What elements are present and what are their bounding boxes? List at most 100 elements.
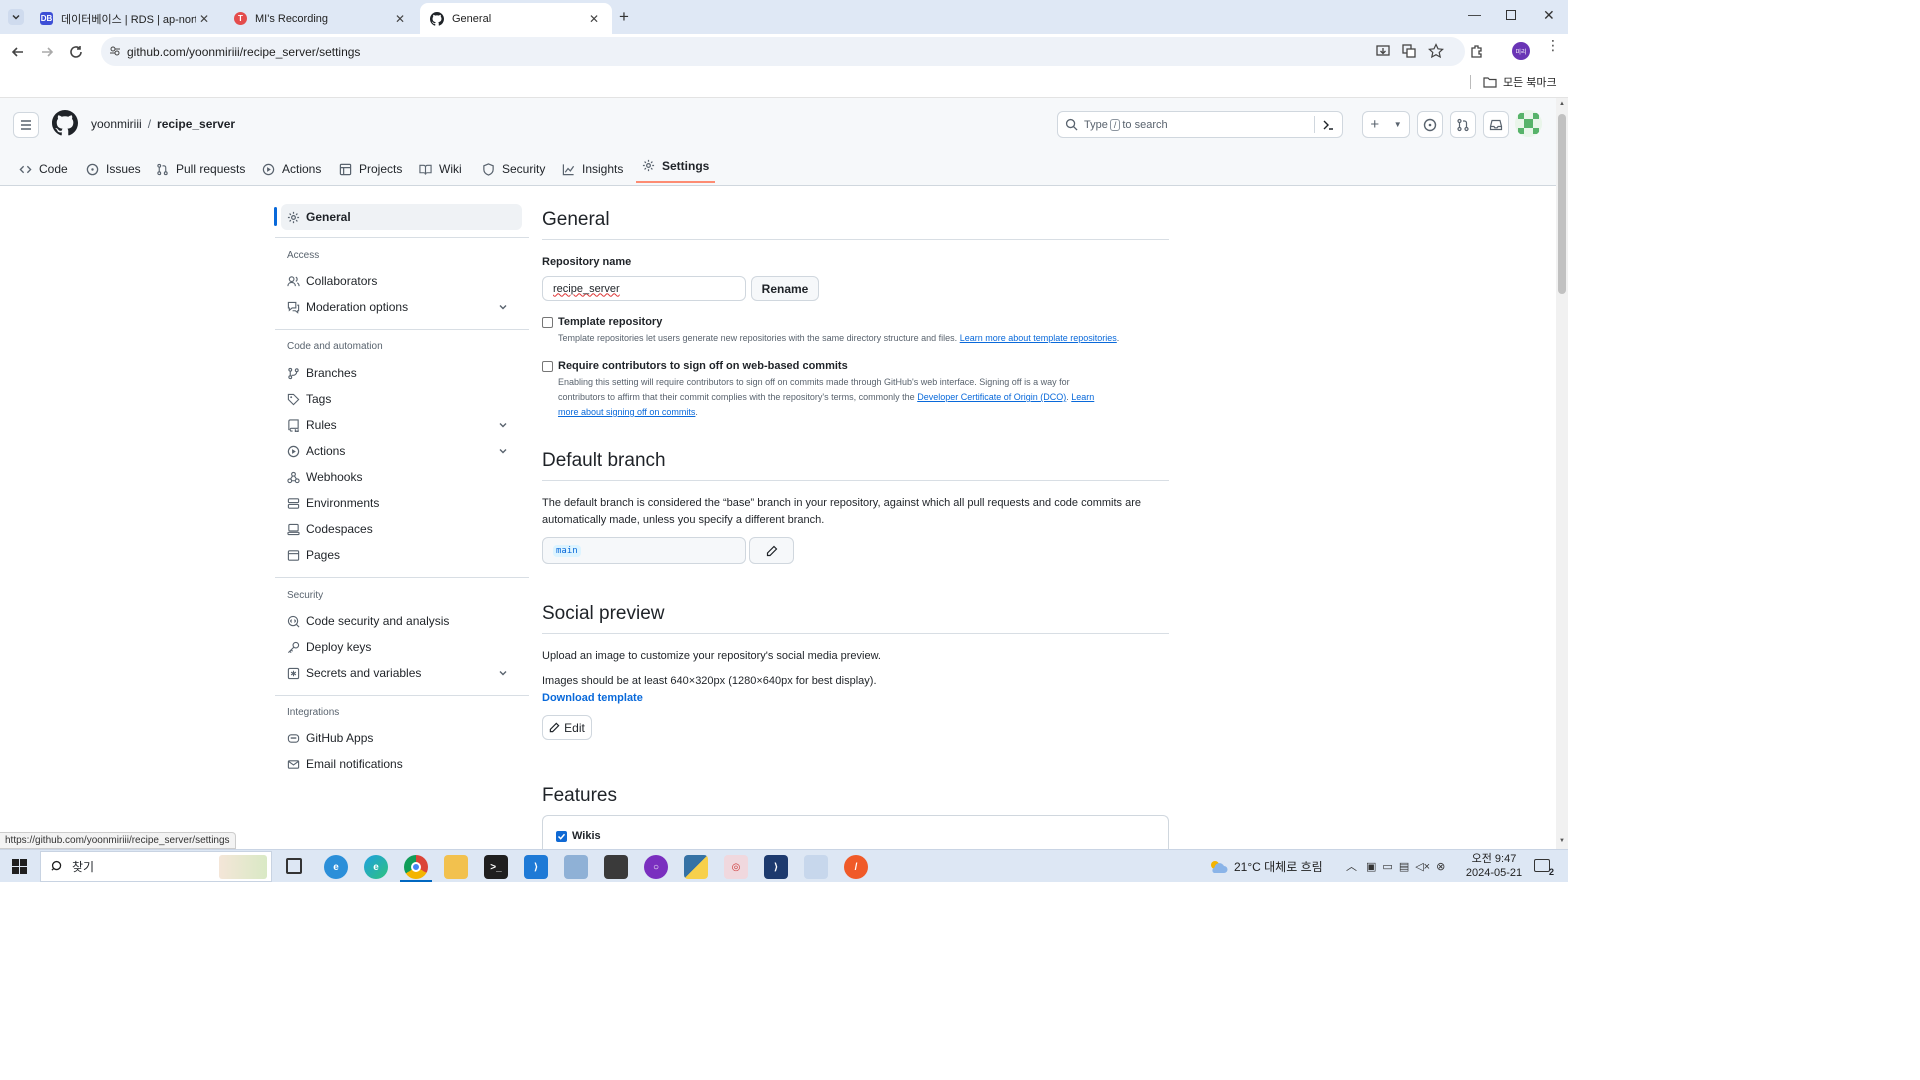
social-preview-edit-button[interactable]: Edit (542, 715, 592, 740)
windows-start-icon[interactable] (12, 859, 27, 874)
all-bookmarks-button[interactable]: 모든 북마크 (1470, 74, 1557, 90)
task-view-icon[interactable] (286, 858, 302, 874)
app-icon-navy[interactable]: ⟩ (764, 855, 788, 879)
sidebar-item-codespaces[interactable]: Codespaces (287, 516, 522, 542)
signoff-learn-more-link[interactable]: Learn (1071, 392, 1094, 402)
sidebar-item-email-notifications[interactable]: Email notifications (287, 751, 522, 777)
repo-owner-link[interactable]: yoonmiriii (91, 117, 142, 131)
sidebar-item-branches[interactable]: Branches (287, 360, 522, 386)
tray-status-icon[interactable]: ⊗ (1436, 860, 1445, 873)
sidebar-item-webhooks[interactable]: Webhooks (287, 464, 522, 490)
browser-tab-rds[interactable]: DB 데이터베이스 | RDS | ap-northeast ✕ (30, 3, 222, 34)
network-icon[interactable]: ▤ (1399, 860, 1409, 873)
tray-display-icon[interactable]: ▭ (1382, 860, 1392, 873)
file-explorer-icon[interactable] (444, 855, 468, 879)
edit-default-branch-button[interactable] (749, 537, 794, 564)
app-icon-dark[interactable] (604, 855, 628, 879)
extensions-icon[interactable] (1469, 43, 1485, 59)
sidebar-item-github-apps[interactable]: GitHub Apps (287, 725, 522, 751)
sidebar-item-actions[interactable]: Actions (287, 438, 522, 464)
tab-projects[interactable]: Projects (339, 155, 402, 183)
chrome-icon[interactable] (404, 855, 428, 879)
tray-app-icon[interactable]: ▣ (1366, 860, 1376, 873)
sidebar-item-tags[interactable]: Tags (287, 386, 522, 412)
download-template-link[interactable]: Download template (542, 690, 643, 707)
tab-close-icon[interactable]: ✕ (392, 12, 408, 26)
dco-link[interactable]: Developer Certificate of Origin (DCO) (917, 392, 1066, 402)
sidebar-item-deploy-keys[interactable]: Deploy keys (287, 634, 522, 660)
scroll-down-arrow-icon[interactable]: ▼ (1559, 838, 1565, 844)
sidebar-item-secrets-variables[interactable]: Secrets and variables (287, 660, 522, 686)
tab-security[interactable]: Security (482, 155, 545, 183)
browser-tab-recording[interactable]: T MI's Recording ✕ (224, 3, 418, 34)
repo-name-link[interactable]: recipe_server (157, 117, 235, 131)
wikis-checkbox[interactable] (556, 831, 567, 842)
forward-arrow-icon[interactable] (39, 44, 55, 60)
rename-button[interactable]: Rename (751, 276, 819, 301)
github-search-input[interactable]: Type / to search (1057, 111, 1343, 138)
install-app-icon[interactable] (1375, 43, 1391, 59)
scrollbar-thumb[interactable] (1558, 114, 1566, 294)
taskbar-clock[interactable]: 오전 9:47 2024-05-21 (1462, 852, 1526, 880)
translate-icon[interactable] (1401, 43, 1417, 59)
tab-code[interactable]: Code (19, 155, 68, 183)
minimize-window-icon[interactable]: — (1468, 7, 1481, 22)
command-palette-icon[interactable] (1322, 119, 1334, 131)
internet-explorer-icon[interactable]: e (324, 855, 348, 879)
new-tab-plus-icon[interactable]: + (619, 7, 629, 27)
page-scrollbar[interactable]: ▲ ▼ (1556, 98, 1568, 849)
create-new-button[interactable]: + ▼ (1362, 111, 1410, 138)
tray-chevron-up-icon[interactable]: ︿ (1346, 858, 1357, 874)
app-icon-blue[interactable] (564, 855, 588, 879)
github-logo-icon[interactable] (52, 110, 78, 136)
tab-insights[interactable]: Insights (562, 155, 623, 183)
back-arrow-icon[interactable] (10, 44, 26, 60)
terminal-icon[interactable]: >_ (484, 855, 508, 879)
template-learn-more-link[interactable]: Learn more about template repositories (960, 333, 1117, 343)
sidebar-item-general[interactable]: General (281, 204, 522, 230)
sidebar-item-pages[interactable]: Pages (287, 542, 522, 568)
tab-settings[interactable]: Settings (636, 150, 716, 183)
tab-close-icon[interactable]: ✕ (586, 12, 602, 26)
browser-tab-general[interactable]: General ✕ (420, 3, 612, 34)
repository-name-input[interactable]: recipe_server (542, 276, 746, 301)
sidebar-item-rules[interactable]: Rules (287, 412, 522, 438)
edge-icon[interactable]: e (364, 855, 388, 879)
tab-close-icon[interactable]: ✕ (196, 12, 212, 26)
tab-search-icon[interactable] (8, 9, 24, 25)
inbox-button[interactable] (1483, 111, 1509, 138)
vscode-icon[interactable]: ⟩ (524, 855, 548, 879)
tab-issues[interactable]: Issues (86, 155, 141, 183)
volume-muted-icon[interactable]: ◁× (1415, 860, 1430, 873)
pull-requests-button[interactable] (1450, 111, 1476, 138)
tab-wiki[interactable]: Wiki (419, 155, 462, 183)
app-icon-purple[interactable]: ○ (644, 855, 668, 879)
browser-menu-icon[interactable]: ⋮ (1546, 38, 1560, 52)
app-icon-network[interactable]: ◎ (724, 855, 748, 879)
bookmark-star-icon[interactable] (1428, 43, 1444, 59)
sidebar-item-environments[interactable]: Environments (287, 490, 522, 516)
site-info-icon[interactable] (109, 45, 121, 57)
user-avatar[interactable] (1515, 110, 1542, 137)
app-icon-orange[interactable]: / (844, 855, 868, 879)
tab-actions[interactable]: Actions (262, 155, 321, 183)
app-icon-paint[interactable] (804, 855, 828, 879)
python-icon[interactable] (684, 855, 708, 879)
issues-button[interactable] (1417, 111, 1443, 138)
signoff-checkbox[interactable] (542, 361, 553, 372)
sidebar-item-moderation-options[interactable]: Moderation options (287, 294, 522, 320)
sidebar-item-collaborators[interactable]: Collaborators (287, 268, 522, 294)
profile-avatar[interactable]: 미리 (1512, 42, 1530, 60)
notification-center-icon[interactable]: 2 (1534, 859, 1554, 877)
tab-pull-requests[interactable]: Pull requests (156, 155, 245, 183)
template-repository-checkbox[interactable] (542, 317, 553, 328)
restore-window-icon[interactable] (1506, 10, 1516, 20)
global-menu-button[interactable] (13, 112, 39, 138)
scroll-up-arrow-icon[interactable]: ▲ (1559, 101, 1565, 107)
sidebar-item-code-security[interactable]: Code security and analysis (287, 608, 522, 634)
close-window-icon[interactable]: ✕ (1543, 7, 1555, 24)
address-bar[interactable]: github.com/yoonmiriii/recipe_server/sett… (101, 37, 1465, 66)
weather-widget[interactable]: 21°C 대체로 흐림 (1208, 858, 1323, 875)
reload-icon[interactable] (68, 44, 84, 60)
signoff-learn-more-link-cont[interactable]: more about signing off on commits (558, 407, 695, 417)
